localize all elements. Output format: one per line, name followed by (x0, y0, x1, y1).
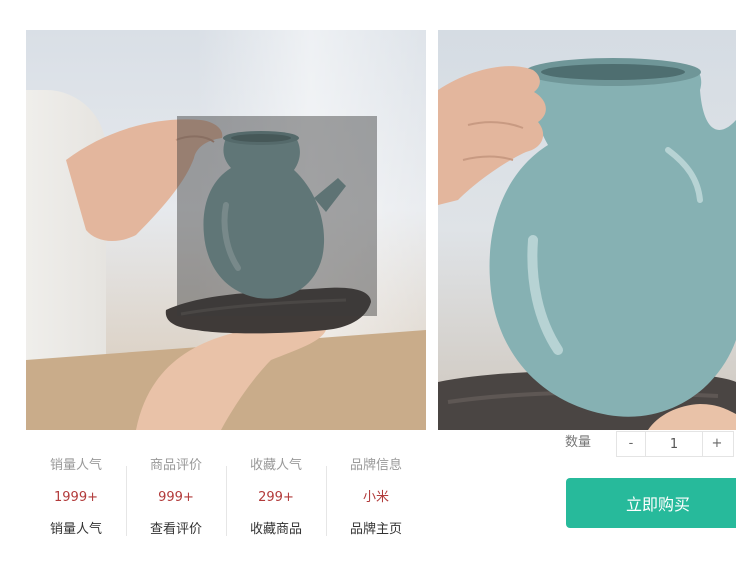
magnifier-lens[interactable] (177, 116, 377, 316)
stat-title: 收藏人气 (249, 458, 302, 473)
quantity-stepper: - + (616, 431, 734, 457)
stat-value: 1999+ (54, 490, 98, 505)
stat-title: 品牌信息 (349, 458, 402, 473)
buy-now-button[interactable]: 立即购买 (566, 478, 736, 528)
product-stats: 销量人气 1999+ 销量人气 商品评价 999+ 查看评价 收藏人气 299+… (26, 456, 426, 542)
stat-sales: 销量人气 1999+ 销量人气 (26, 456, 126, 537)
stat-value: 299+ (258, 490, 294, 505)
quantity-input[interactable] (645, 432, 703, 456)
stat-title: 商品评价 (149, 458, 202, 473)
stat-link-sales[interactable]: 销量人气 (26, 520, 126, 540)
quantity-minus-button[interactable]: - (617, 432, 645, 456)
quantity-plus-button[interactable]: + (703, 432, 731, 456)
stat-value: 小米 (362, 490, 389, 505)
stat-reviews: 商品评价 999+ 查看评价 (126, 456, 226, 537)
stat-link-reviews[interactable]: 查看评价 (126, 520, 226, 540)
stat-link-favorites[interactable]: 收藏商品 (226, 520, 326, 540)
stat-favorites: 收藏人气 299+ 收藏商品 (226, 456, 326, 537)
stat-title: 销量人气 (49, 458, 102, 473)
zoom-preview-image (438, 30, 736, 430)
stat-brand: 品牌信息 小米 品牌主页 (326, 456, 426, 537)
main-product-image[interactable] (26, 30, 426, 430)
stat-link-brand[interactable]: 品牌主页 (326, 520, 426, 540)
teapot-zoom-art (438, 58, 736, 430)
quantity-label: 数量 (565, 435, 592, 450)
stat-value: 999+ (158, 490, 194, 505)
